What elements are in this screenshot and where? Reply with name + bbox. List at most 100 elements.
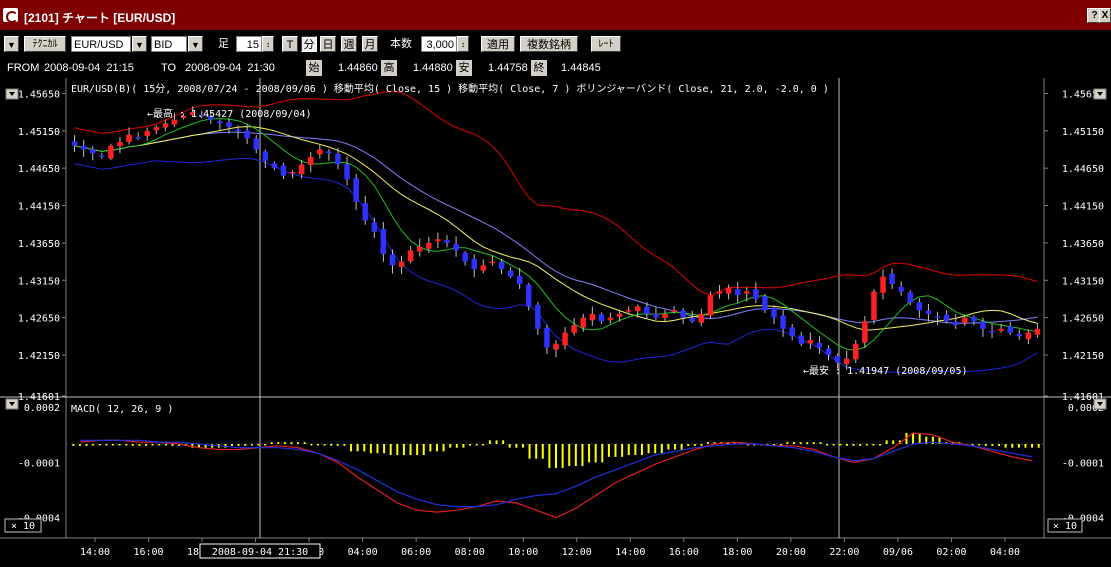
candle-body — [662, 313, 668, 318]
price-tick-label-left: 1.44150 — [18, 202, 60, 213]
candle-body — [607, 317, 614, 321]
price-chart[interactable]: 1.45650 1.456501.45150 1.451501.44650 1.446… — [0, 78, 1111, 567]
candle-body — [80, 145, 87, 150]
apply-button[interactable]: 適用 — [481, 36, 515, 52]
candle-body — [680, 310, 686, 318]
candle-body — [353, 178, 359, 202]
zoom-label-left: × 10 — [11, 521, 35, 532]
candle-body — [544, 327, 550, 348]
candle-body — [426, 242, 432, 249]
candle-body — [389, 254, 396, 266]
time-tick-label: 14:00 — [615, 547, 645, 558]
candle-body — [862, 321, 868, 343]
candle-body — [526, 284, 532, 307]
count-spinner[interactable]: ↕ — [457, 36, 469, 52]
ma7-line — [74, 118, 1038, 351]
candle-body — [516, 275, 523, 284]
macd-tick-label-right: -0.0001 — [1062, 458, 1104, 469]
candle-body — [326, 151, 332, 154]
interval-input[interactable]: 15 — [236, 36, 262, 52]
candle-body — [535, 304, 541, 329]
symbol-dropdown-arrow[interactable]: ▼ — [132, 36, 147, 52]
candle-body — [598, 314, 605, 322]
spinner-icon: ↕ — [266, 40, 270, 49]
candle-body — [925, 310, 932, 314]
candle-body — [453, 243, 459, 251]
candle-body — [289, 171, 296, 174]
spinner-icon: ↕ — [461, 40, 465, 49]
candle-body — [644, 306, 650, 314]
from-value: 2008-09-04 21:15 — [44, 62, 134, 74]
time-tick-label: 16:00 — [669, 547, 699, 558]
candle-body — [489, 261, 496, 264]
candle-body — [217, 121, 223, 124]
candle-body — [834, 355, 841, 363]
to-label: TO — [161, 62, 177, 74]
candle-body — [998, 328, 1004, 331]
candle-body — [880, 276, 886, 293]
chevron-down-icon: ▼ — [7, 40, 16, 50]
high-label: 高 — [381, 60, 397, 76]
close-button[interactable]: X — [1099, 8, 1111, 23]
candle-body — [1007, 326, 1013, 333]
window-titlebar: [2101] チャート [EUR/USD] ? X — [0, 0, 1111, 30]
menu-dropdown-button[interactable]: ▼ — [4, 36, 19, 52]
multi-symbol-button[interactable]: 複数銘柄 — [520, 36, 578, 52]
candle-body — [698, 313, 705, 323]
rate-button[interactable]: ﾚｰﾄ — [591, 36, 621, 52]
timeframe-week-button[interactable]: 週 — [341, 36, 357, 52]
candle-body — [271, 163, 278, 169]
candle-body — [344, 164, 350, 180]
candle-body — [507, 270, 514, 277]
price-tick-label-right: 1.42650 — [1062, 314, 1104, 325]
low-annotation: ←最安 : 1.41947 (2008/09/05) — [803, 364, 968, 377]
timeframe-minute-button[interactable]: 分 — [301, 36, 317, 52]
candle-body — [689, 317, 695, 322]
count-input[interactable]: 3,000 — [421, 36, 457, 52]
time-tick-label: 10:00 — [508, 547, 538, 558]
time-tick-label: 02:00 — [936, 547, 966, 558]
timeframe-tick-button[interactable]: T — [282, 36, 298, 52]
candle-body — [89, 149, 96, 154]
candle-body — [462, 252, 468, 262]
candle-body — [71, 141, 78, 146]
candle-body — [671, 310, 677, 312]
time-tick-label: 08:00 — [455, 547, 485, 558]
side-dropdown-arrow[interactable]: ▼ — [188, 36, 203, 52]
candle-body — [553, 343, 559, 350]
time-tick-label: 18:00 — [722, 547, 752, 558]
candle-body — [798, 335, 804, 344]
candle-body — [789, 327, 795, 337]
chart-toolbar: ▼ ﾃｸﾆｶﾙ EUR/USD ▼ BID ▼ 足 15 ↕ T 分 日 週 月… — [0, 32, 1111, 57]
candle-body — [480, 265, 487, 271]
interval-spinner[interactable]: ↕ — [262, 36, 274, 52]
candle-body — [580, 317, 586, 328]
candle-body — [952, 321, 959, 326]
candle-body — [625, 310, 632, 312]
technical-button[interactable]: ﾃｸﾆｶﾙ — [24, 36, 66, 52]
crosshair-time-label: 2008-09-04 21:30 — [212, 547, 308, 558]
price-tick-label-right: 1.44650 — [1062, 164, 1104, 175]
to-value: 2008-09-04 21:30 — [185, 62, 275, 74]
candle-body — [153, 127, 160, 131]
candle-body — [980, 321, 986, 329]
time-tick-label: 09/06 — [883, 547, 913, 558]
timeframe-month-button[interactable]: 月 — [362, 36, 378, 52]
candle-body — [716, 291, 723, 294]
timeframe-day-button[interactable]: 日 — [320, 36, 336, 52]
side-select[interactable]: BID — [151, 36, 187, 52]
candle-body — [308, 156, 314, 165]
chevron-down-icon: ▼ — [191, 40, 200, 50]
candle-body — [916, 302, 923, 311]
price-tick-label-right: 1.43650 — [1062, 239, 1104, 250]
symbol-select[interactable]: EUR/USD — [71, 36, 131, 52]
time-tick-label: 04:00 — [348, 547, 378, 558]
candle-body — [989, 331, 995, 333]
price-tick-label-left: 1.43150 — [18, 276, 60, 287]
candle-body — [335, 153, 341, 165]
candle-body — [934, 316, 941, 318]
candle-body — [571, 325, 577, 333]
candle-body — [126, 134, 132, 142]
candle-body — [99, 155, 105, 158]
candle-body — [398, 261, 405, 267]
